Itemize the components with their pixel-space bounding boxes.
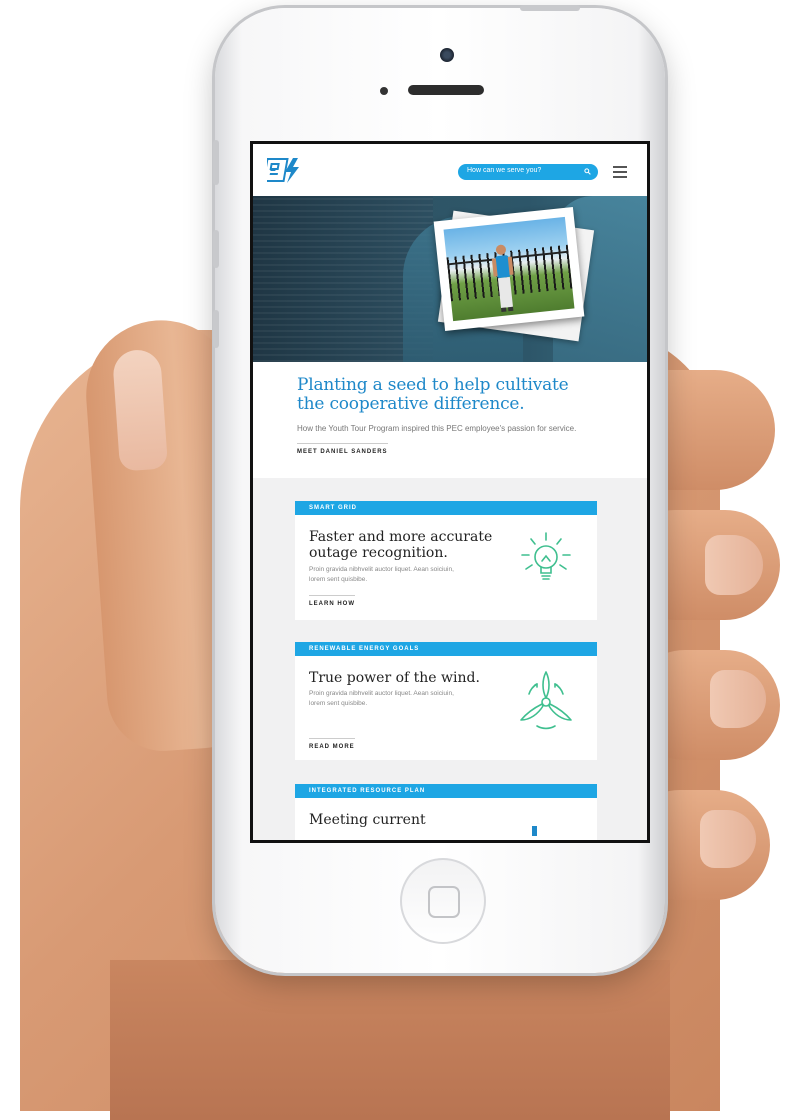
white-house-photo — [443, 216, 575, 322]
phone-screen: How can we serve you? Planting a seed to… — [250, 141, 650, 843]
card-body-line-2: lorem sent quisbibe. — [309, 576, 368, 583]
intro-subtext: How the Youth Tour Program inspired this… — [297, 424, 577, 433]
earpiece-speaker — [408, 85, 484, 95]
headline-line-1: Planting a seed to help cultivate — [297, 375, 569, 395]
learn-how-link[interactable]: LEARN HOW — [309, 595, 355, 607]
card-body-line-1: Proin gravida nibhvelit auctor liquet. A… — [309, 690, 454, 697]
hamburger-menu-icon[interactable] — [613, 166, 627, 178]
card-integrated-resource-plan: INTEGRATED RESOURCE PLAN Meeting current — [295, 784, 597, 840]
fingernail — [710, 670, 766, 728]
card-tag: INTEGRATED RESOURCE PLAN — [295, 784, 597, 798]
card-icon-partial — [532, 826, 537, 836]
intro-section: Planting a seed to help cultivate the co… — [297, 376, 627, 458]
card-title-line-1: True power of the wind. — [309, 670, 480, 686]
card-title: Meeting current — [309, 812, 509, 828]
card-body: Proin gravida nibhvelit auctor liquet. A… — [309, 565, 484, 585]
card-body: Proin gravida nibhvelit auctor liquet. A… — [309, 689, 484, 709]
card-tag: SMART GRID — [295, 501, 597, 515]
search-input[interactable]: How can we serve you? — [458, 164, 598, 180]
card-renewable-energy: RENEWABLE ENERGY GOALS True power of the… — [295, 642, 597, 760]
volume-down-button — [213, 310, 219, 348]
thumbnail — [111, 348, 169, 472]
read-more-link[interactable]: READ MORE — [309, 738, 355, 750]
lightbulb-icon — [521, 532, 571, 580]
mute-switch — [213, 140, 219, 185]
pec-logo-icon[interactable] — [267, 156, 303, 184]
search-icon[interactable] — [584, 168, 591, 175]
card-tag: RENEWABLE ENERGY GOALS — [295, 642, 597, 656]
home-button-square — [428, 886, 460, 918]
wrist — [110, 960, 670, 1120]
card-title-line-2: outage recognition. — [309, 545, 448, 561]
fingernail — [700, 810, 756, 868]
card-title-line-1: Faster and more accurate — [309, 529, 493, 545]
cards-section: SMART GRID Faster and more accurate outa… — [253, 478, 647, 840]
power-button — [520, 5, 580, 11]
front-camera — [440, 48, 454, 62]
meet-daniel-link[interactable]: MEET DANIEL SANDERS — [297, 443, 388, 455]
home-button[interactable] — [400, 858, 486, 944]
card-body-line-2: lorem sent quisbibe. — [309, 700, 368, 707]
page-title: Planting a seed to help cultivate the co… — [297, 376, 627, 414]
card-title: Faster and more accurate outage recognit… — [309, 529, 509, 561]
site-header: How can we serve you? — [253, 144, 647, 196]
fingernail — [705, 535, 763, 595]
hero-image — [253, 196, 647, 362]
volume-up-button — [213, 230, 219, 268]
proximity-sensor — [380, 87, 388, 95]
search-placeholder: How can we serve you? — [467, 167, 542, 174]
card-smart-grid: SMART GRID Faster and more accurate outa… — [295, 501, 597, 620]
polaroid-photo — [433, 206, 585, 332]
card-title-line-1: Meeting current — [309, 812, 426, 828]
card-body-line-1: Proin gravida nibhvelit auctor liquet. A… — [309, 566, 454, 573]
wind-turbine-icon — [520, 671, 572, 730]
headline-line-2: the cooperative difference. — [297, 394, 525, 414]
card-title: True power of the wind. — [309, 670, 509, 686]
